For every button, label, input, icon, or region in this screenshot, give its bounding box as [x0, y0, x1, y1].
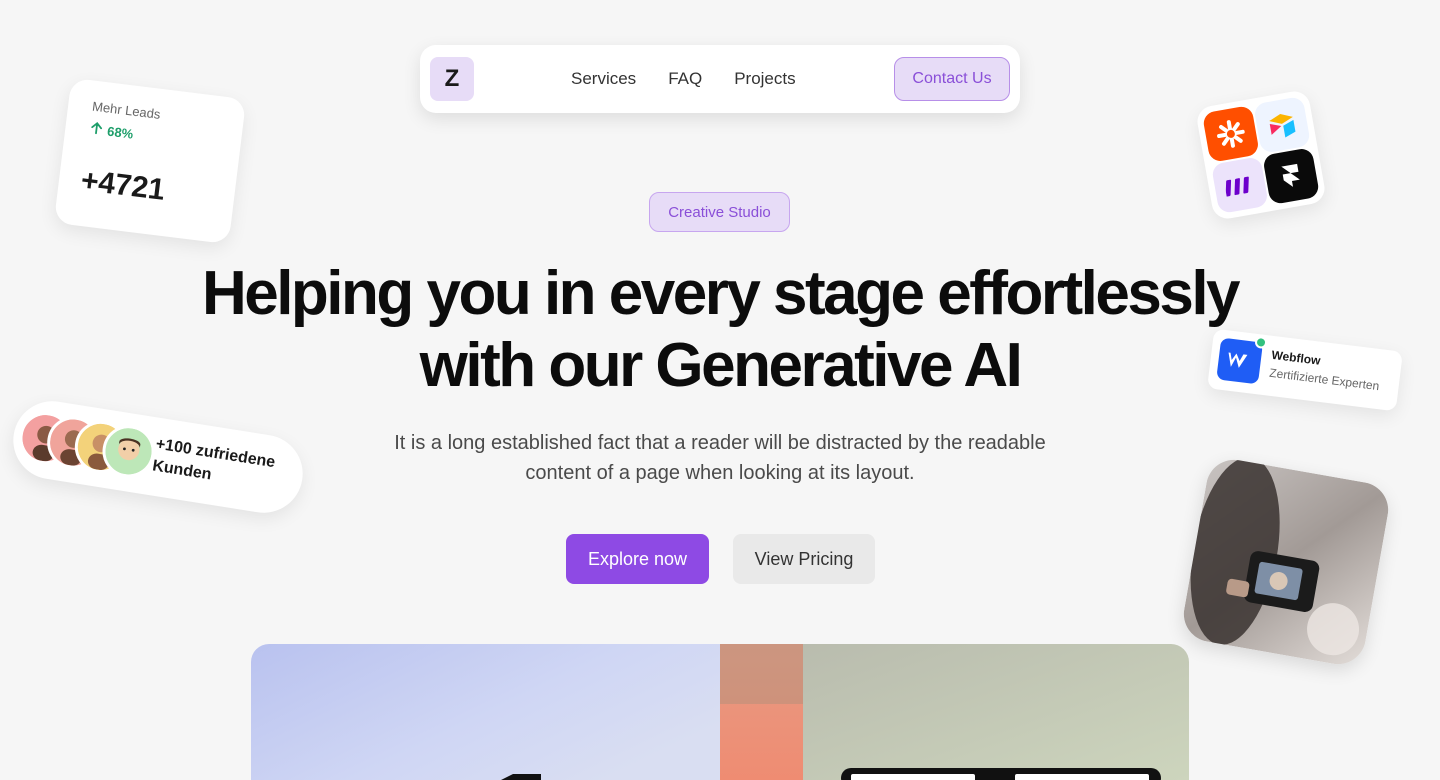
customers-text: +100 zufriedene Kunden — [151, 435, 277, 484]
hero-showcase-image — [251, 644, 1189, 780]
leads-card: Mehr Leads 68% +4721 — [53, 77, 247, 245]
leads-value: +4721 — [79, 163, 167, 207]
creative-studio-badge: Creative Studio — [649, 192, 790, 232]
zapier-icon — [1201, 104, 1260, 163]
headline-line-2: with our Generative AI — [419, 331, 1023, 400]
framer-icon — [1262, 147, 1321, 206]
hero-subtext: It is a long established fact that a rea… — [394, 432, 1046, 484]
airtable-icon — [1253, 95, 1312, 154]
headline-line-1: Helping you in every stage effortlessly — [201, 259, 1241, 328]
customers-card: +100 zufriedene Kunden — [7, 395, 309, 519]
hero-headline: Helping you in every stage effortlessly … — [0, 258, 1440, 402]
leads-title: Mehr Leads — [91, 98, 162, 122]
leads-percent: 68% — [88, 120, 134, 142]
explore-now-button[interactable]: Explore now — [566, 534, 709, 584]
top-navbar: Z Services FAQ Projects Contact Us — [420, 45, 1020, 113]
view-pricing-button[interactable]: View Pricing — [733, 534, 875, 584]
make-icon — [1210, 156, 1269, 215]
logo[interactable]: Z — [430, 57, 474, 101]
leads-percent-value: 68% — [106, 123, 135, 142]
contact-button[interactable]: Contact Us — [894, 57, 1010, 101]
nav-link-services[interactable]: Services — [571, 69, 636, 89]
integrations-card — [1194, 88, 1328, 222]
nav-link-projects[interactable]: Projects — [734, 69, 795, 89]
nav-link-faq[interactable]: FAQ — [668, 69, 702, 89]
nav-links: Services FAQ Projects — [571, 69, 796, 89]
arrow-up-icon — [88, 120, 104, 139]
photographer-photo — [1179, 455, 1393, 669]
